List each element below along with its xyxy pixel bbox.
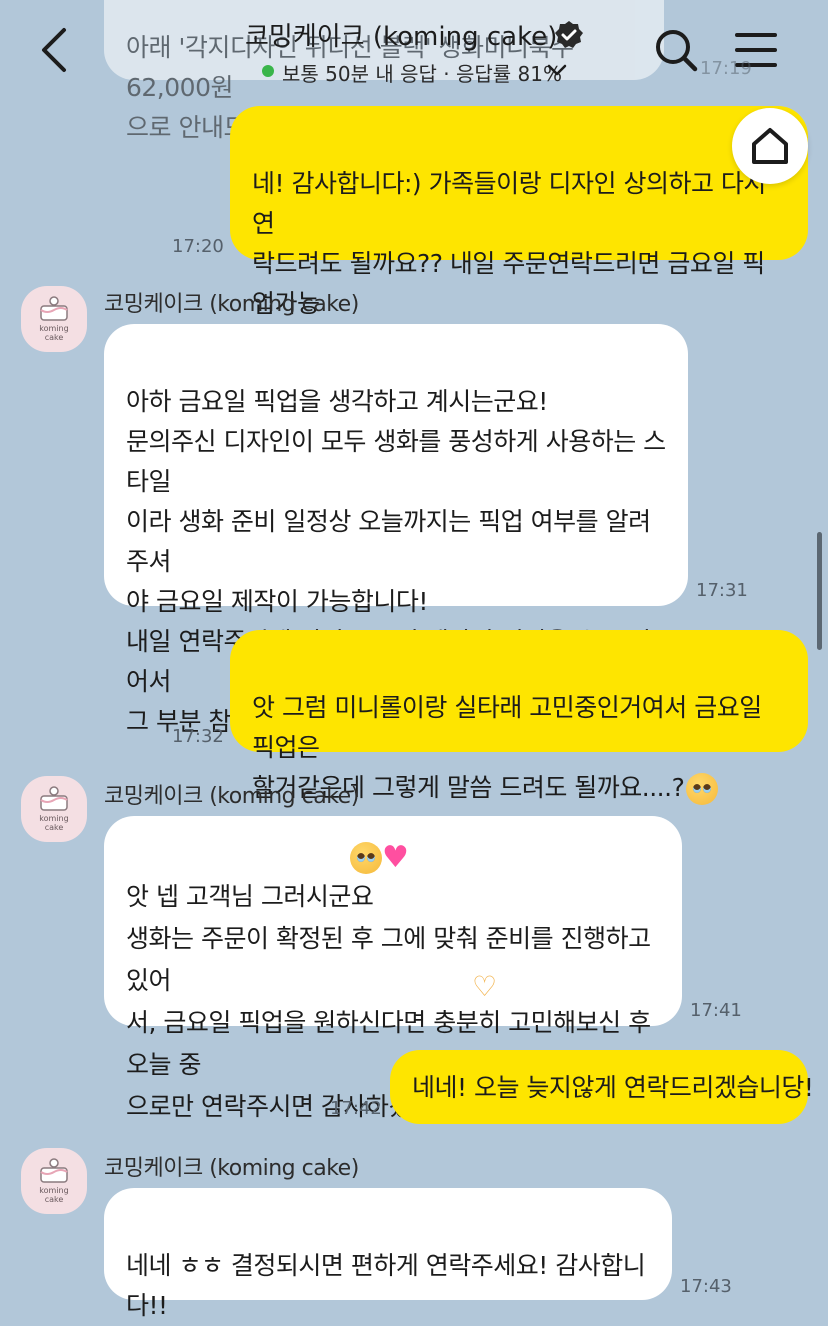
back-arrow-icon — [42, 28, 66, 72]
avatar[interactable]: koming cake — [21, 286, 87, 352]
home-icon — [752, 128, 788, 164]
cake-logo-icon — [40, 1158, 68, 1183]
avatar-text: koming cake — [39, 1186, 69, 1204]
search-icon — [656, 30, 698, 72]
message-time: 17:42 — [330, 1098, 382, 1119]
message-time: 17:31 — [696, 580, 748, 601]
home-button[interactable] — [732, 108, 808, 184]
message-text: 네네! 오늘 늦지않게 연락드리겠습니당! — [412, 1073, 814, 1102]
message-bubble-outgoing[interactable]: 네! 감사합니다:) 가족들이랑 디자인 상의하고 다시 연 락드려도 될까요?… — [230, 106, 808, 358]
sparkling-heart-emoji-icon: ♥ — [382, 840, 409, 875]
header: 코밍케이크 (koming cake) 보통 50분 내 응답 · 응답률 81… — [0, 0, 828, 100]
message-time: 17:41 — [690, 1000, 742, 1021]
back-button[interactable] — [30, 22, 80, 78]
cake-logo-icon — [40, 296, 68, 321]
scrollbar-thumb[interactable] — [817, 532, 822, 650]
message-bubble-outgoing[interactable]: 네네! 오늘 늦지않게 연락드리겠습니당! — [390, 1050, 814, 1124]
message-time: 17:32 — [172, 726, 224, 747]
sender-name: 코밍케이크 (koming cake) — [104, 292, 359, 317]
heart-hands-emoji-icon: ♡ — [472, 970, 498, 1003]
message-time: 17:43 — [680, 1276, 732, 1297]
verified-badge-icon — [555, 21, 583, 48]
emoji-group: ♥ — [348, 840, 409, 875]
avatar[interactable]: koming cake — [21, 1148, 87, 1214]
search-button[interactable] — [652, 26, 700, 74]
response-status[interactable]: 보통 50분 내 응답 · 응답률 81% — [282, 58, 562, 87]
cake-logo-icon — [40, 786, 68, 811]
sender-name: 코밍케이크 (koming cake) — [104, 784, 359, 809]
chevron-down-icon[interactable] — [546, 62, 568, 78]
pleading-face-emoji-icon — [350, 841, 382, 874]
message-text: 네네 ㅎㅎ 결정되시면 편하게 연락주세요! 감사합니 다!! — [126, 1251, 646, 1320]
avatar-text: koming cake — [39, 814, 69, 832]
response-status-text: 보통 50분 내 응답 · 응답률 81% — [282, 62, 563, 86]
online-status-dot — [262, 65, 274, 77]
chat-title-text: 코밍케이크 (koming cake) — [245, 22, 558, 52]
chat-title[interactable]: 코밍케이크 (koming cake) — [245, 16, 557, 53]
avatar[interactable]: koming cake — [21, 776, 87, 842]
avatar-text: koming cake — [39, 324, 69, 342]
partial-message-time: 17:19 — [700, 58, 752, 79]
message-bubble-outgoing[interactable]: 앗 그럼 미니롤이랑 실타래 고민중인거여서 금요일 픽업은 할거같은데 그렇게… — [230, 630, 808, 805]
message-time: 17:20 — [172, 236, 224, 257]
emoji-group: ♡ — [472, 970, 497, 1003]
message-bubble-incoming[interactable]: 네네 ㅎㅎ 결정되시면 편하게 연락주세요! 감사합니 다!! — [104, 1188, 672, 1320]
pleading-face-emoji-icon — [686, 773, 719, 805]
sender-name: 코밍케이크 (koming cake) — [104, 1156, 359, 1181]
message-bubble-incoming[interactable]: 아하 금요일 픽업을 생각하고 계시는군요! 문의주신 디자인이 모두 생화를 … — [104, 324, 688, 739]
